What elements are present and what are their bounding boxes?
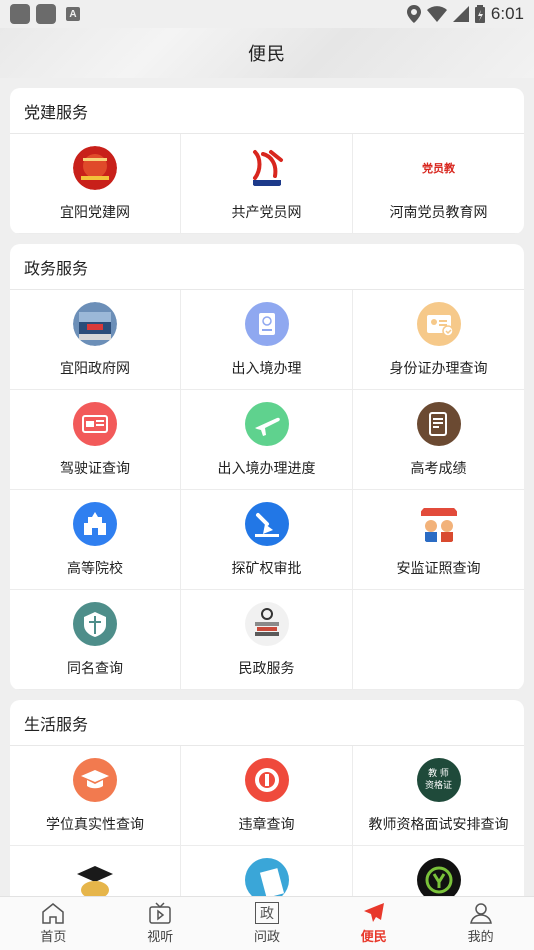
driver-license-icon: [73, 402, 117, 446]
service-item-yiyang-party[interactable]: 宜阳党建网: [10, 134, 181, 234]
party-education-site-icon: 党员教: [416, 146, 461, 190]
service-label: 出入境办理: [231, 361, 302, 377]
airplane-icon: [244, 402, 289, 446]
service-item-civil-affairs[interactable]: 民政服务: [181, 590, 353, 690]
university-icon: [73, 502, 117, 546]
notification-icon: [36, 4, 56, 24]
service-item-name-search[interactable]: 同名查询: [10, 590, 181, 690]
dark-service-icon: [416, 858, 461, 896]
passport-icon: [244, 302, 289, 346]
icon-text: 党员教: [422, 162, 455, 175]
service-label: 驾驶证查询: [60, 461, 130, 477]
a-badge-icon: A: [66, 7, 80, 21]
profile-icon: [469, 903, 492, 924]
service-label: 安监证照查询: [396, 561, 481, 577]
service-item-university[interactable]: 高等院校: [10, 490, 181, 590]
service-item-exit-entry[interactable]: 出入境办理: [181, 290, 353, 390]
tab-video[interactable]: 视听: [107, 897, 214, 950]
service-item-partial-1[interactable]: [10, 846, 181, 896]
service-item-degree-check[interactable]: 学位真实性查询: [10, 746, 181, 846]
status-bar: A 6:01: [0, 0, 534, 28]
service-item-communist-member[interactable]: 共产党员网: [181, 134, 353, 234]
id-card-icon: [416, 302, 461, 346]
government-site-icon: [73, 302, 117, 346]
wifi-icon: [426, 6, 447, 22]
service-label: 宜阳政府网: [60, 361, 130, 377]
gov-services-card: 政务服务 宜阳政府网 出入境办理 身份证办理查询 驾驶证查询 出入境办理进度 高…: [10, 244, 524, 690]
service-label: 共产党员网: [231, 205, 302, 221]
service-label: 探矿权审批: [231, 561, 302, 577]
communist-member-site-icon: [244, 146, 289, 190]
section-title: 生活服务: [10, 700, 524, 746]
politics-icon: 政: [254, 902, 279, 924]
exam-score-icon: [416, 402, 461, 446]
service-label: 违章查询: [238, 817, 295, 833]
battery-icon: [474, 5, 485, 23]
location-icon: [406, 5, 421, 23]
service-label: 民政服务: [238, 661, 295, 677]
service-label: 河南党员教育网: [389, 205, 488, 221]
service-item-henan-party-edu[interactable]: 党员教 河南党员教育网: [353, 134, 524, 234]
tab-home[interactable]: 首页: [0, 897, 107, 950]
party-building-site-icon: [73, 146, 117, 190]
party-services-card: 党建服务 宜阳党建网 共产党员网 党员教 河南党员教育网: [10, 88, 524, 234]
page-title: 便民: [248, 44, 286, 65]
tab-convenience[interactable]: 便民: [320, 897, 427, 950]
service-item-safety-license[interactable]: 安监证照查询: [353, 490, 524, 590]
section-title: 政务服务: [10, 244, 524, 290]
service-item-partial-2[interactable]: [181, 846, 353, 896]
life-services-card: 生活服务 学位真实性查询 违章查询 教 师 资格证 教师资格面试安排查询: [10, 700, 524, 896]
service-item-gov-site[interactable]: 宜阳政府网: [10, 290, 181, 390]
icon-text: 教 师 资格证: [424, 769, 452, 791]
service-item-driver-license[interactable]: 驾驶证查询: [10, 390, 181, 490]
service-item-exam-score[interactable]: 高考成绩: [353, 390, 524, 490]
service-item-id-card[interactable]: 身份证办理查询: [353, 290, 524, 390]
service-label: 身份证办理查询: [389, 361, 488, 377]
empty-cell: [353, 590, 524, 690]
safety-license-icon: [416, 502, 461, 546]
service-item-exit-entry-progress[interactable]: 出入境办理进度: [181, 390, 353, 490]
tab-label: 我的: [467, 930, 494, 945]
tab-profile[interactable]: 我的: [427, 897, 534, 950]
tab-label: 问政: [253, 930, 280, 945]
service-label: 高考成绩: [410, 461, 467, 477]
teacher-cert-icon: 教 师 资格证: [416, 758, 461, 802]
home-icon: [42, 903, 65, 924]
service-label: 高等院校: [67, 561, 123, 577]
service-label: 学位真实性查询: [46, 817, 144, 833]
civil-affairs-icon: [244, 602, 289, 646]
tab-label: 便民: [360, 930, 387, 945]
signal-icon: [452, 6, 469, 22]
tab-politics[interactable]: 政 问政: [214, 897, 321, 950]
service-item-partial-3[interactable]: [353, 846, 524, 896]
name-search-icon: [73, 602, 117, 646]
mining-icon: [244, 502, 289, 546]
service-label: 同名查询: [67, 661, 123, 677]
service-item-mining[interactable]: 探矿权审批: [181, 490, 353, 590]
traffic-violation-icon: [244, 758, 289, 802]
service-label: 宜阳党建网: [60, 205, 130, 221]
tab-label: 视听: [147, 930, 174, 945]
section-title: 党建服务: [10, 88, 524, 134]
notification-icon: [10, 4, 30, 24]
graduation-cap-icon: [73, 758, 117, 802]
paper-plane-icon: [363, 903, 384, 922]
tv-icon: [149, 902, 171, 924]
doctor-hat-icon: [73, 858, 117, 896]
service-label: 教师资格面试安排查询: [368, 817, 509, 833]
service-item-traffic-violation[interactable]: 违章查询: [181, 746, 353, 846]
tab-label: 首页: [40, 930, 67, 945]
content-scroll[interactable]: 党建服务 宜阳党建网 共产党员网 党员教 河南党员教育网 政务服务 宜阳政府网 …: [0, 78, 534, 896]
service-item-teacher-cert[interactable]: 教 师 资格证 教师资格面试安排查询: [353, 746, 524, 846]
service-label: 出入境办理进度: [217, 461, 316, 477]
blue-service-icon: [244, 858, 289, 896]
bottom-tab-bar: 首页 视听 政 问政 便民 我的: [0, 896, 534, 950]
clock: 6:01: [490, 4, 524, 23]
title-bar: 便民: [0, 28, 534, 78]
